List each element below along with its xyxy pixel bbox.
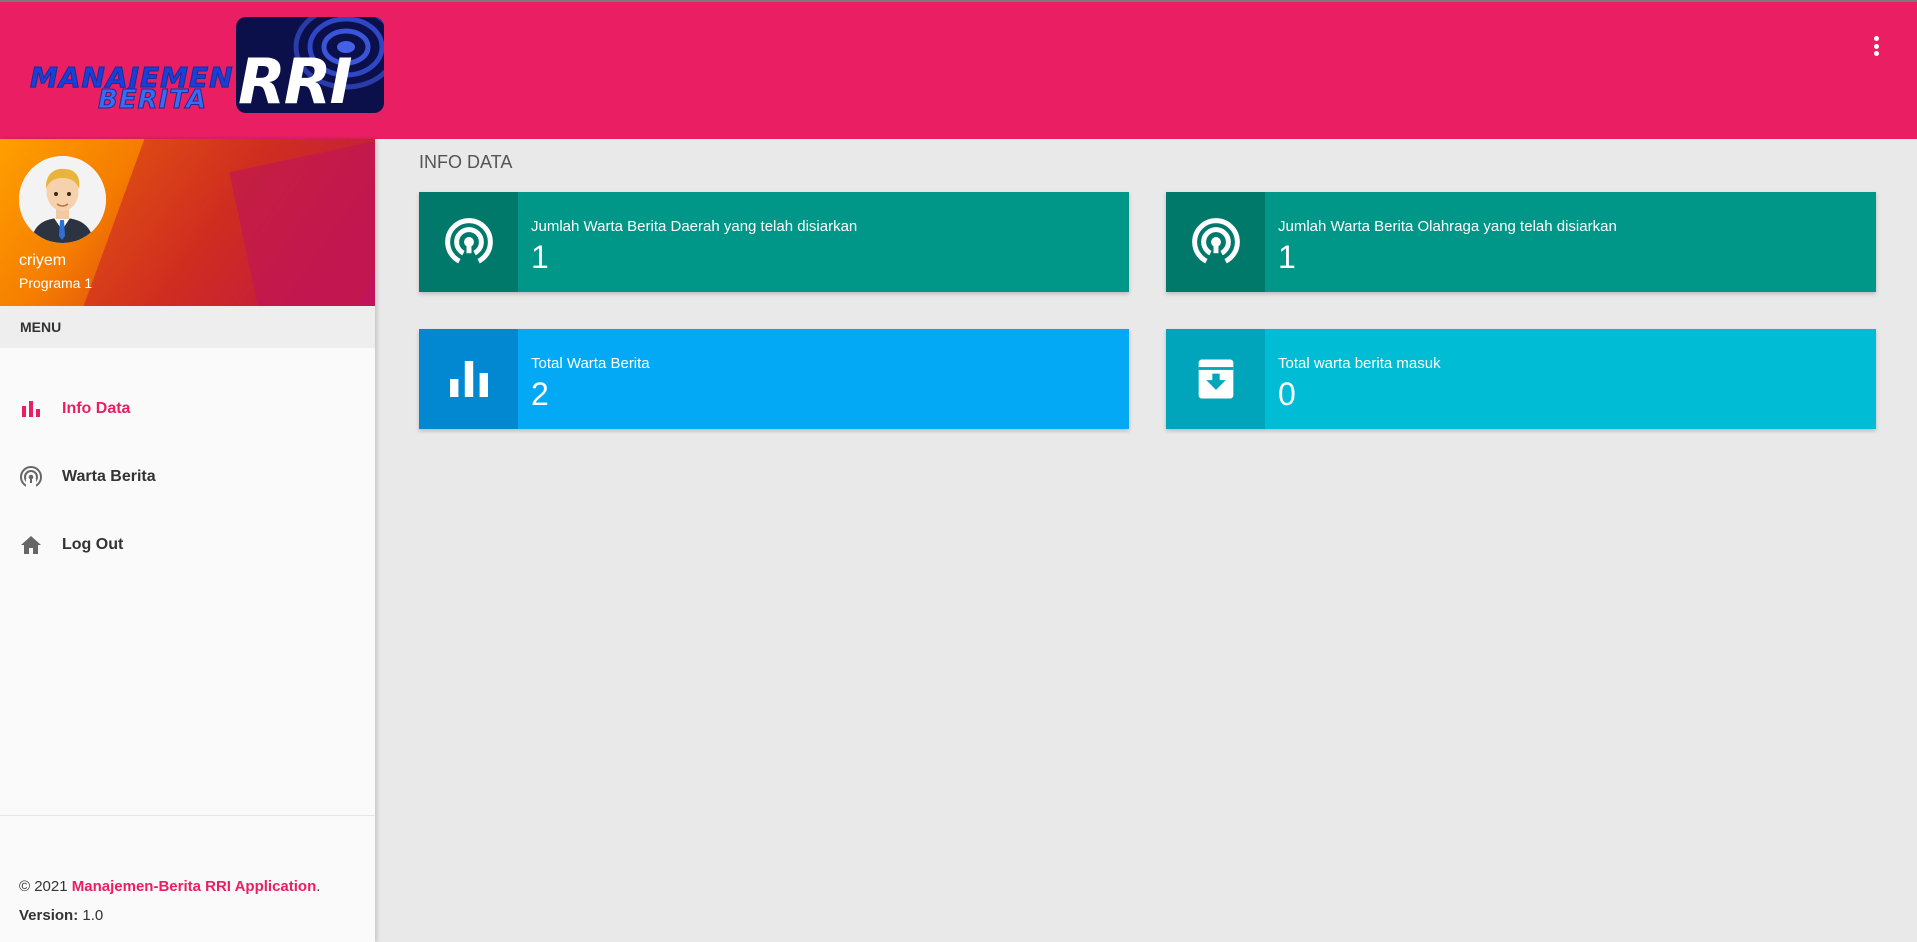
broadcast-icon xyxy=(20,466,42,489)
left-sidebar: criyem Programa 1 MENU Info Data Warta B… xyxy=(0,139,375,942)
broadcast-icon xyxy=(444,218,493,269)
sidebar-item-info-data[interactable]: Info Data xyxy=(0,381,375,437)
app-logo[interactable]: MANAJEMEN BERITA RRI xyxy=(28,17,388,116)
version-label: Version: xyxy=(19,907,79,924)
info-box-icon xyxy=(419,192,518,292)
info-box-content: Total warta berita masuk 0 xyxy=(1265,329,1441,429)
info-box-icon xyxy=(419,329,518,429)
info-box-warta-masuk[interactable]: Total warta berita masuk 0 xyxy=(1166,329,1876,429)
archive-icon xyxy=(1198,359,1233,399)
info-box-number: 1 xyxy=(531,239,549,275)
info-box-icon xyxy=(1166,329,1265,429)
more-options-icon[interactable] xyxy=(1868,36,1884,60)
bar-chart-icon xyxy=(22,401,40,417)
sidebar-item-log-out[interactable]: Log Out xyxy=(0,517,375,573)
info-box-content: Jumlah Warta Berita Olahraga yang telah … xyxy=(1265,192,1617,292)
info-box-text: Total warta berita masuk xyxy=(1278,355,1441,372)
bar-chart-icon xyxy=(449,361,488,397)
top-navbar: MANAJEMEN BERITA RRI xyxy=(0,0,1917,139)
copyright-year: © 2021 xyxy=(19,878,68,895)
sidebar-item-label: Info Data xyxy=(62,400,131,417)
user-role: Programa 1 xyxy=(19,275,93,291)
user-info-panel: criyem Programa 1 xyxy=(0,139,375,306)
sidebar-item-label: Log Out xyxy=(62,536,124,553)
home-icon xyxy=(21,536,41,554)
menu-header: MENU xyxy=(0,306,375,348)
user-name: criyem xyxy=(19,252,67,269)
logo-text-line2: BERITA xyxy=(97,85,208,116)
info-box-number: 0 xyxy=(1278,376,1296,412)
sidebar-footer: © 2021 Manajemen-Berita RRI Application.… xyxy=(0,815,375,942)
sidebar-item-warta-berita[interactable]: Warta Berita xyxy=(0,449,375,505)
info-box-text: Total Warta Berita xyxy=(531,355,650,372)
avatar-image xyxy=(19,156,106,243)
info-box-number: 1 xyxy=(1278,239,1296,275)
sidebar-item-label: Warta Berita xyxy=(62,468,156,485)
info-box-text: Jumlah Warta Berita Olahraga yang telah … xyxy=(1278,218,1617,235)
broadcast-icon xyxy=(1191,218,1240,269)
user-avatar[interactable] xyxy=(19,156,106,243)
info-box-content: Jumlah Warta Berita Daerah yang telah di… xyxy=(518,192,857,292)
copyright-period: . xyxy=(316,878,321,895)
copyright-text: © 2021 Manajemen-Berita RRI Application. xyxy=(19,878,320,895)
info-box-number: 2 xyxy=(531,376,549,412)
logo-badge: RRI xyxy=(236,17,384,113)
logo-rri-text: RRI xyxy=(238,45,353,113)
info-box-text: Jumlah Warta Berita Daerah yang telah di… xyxy=(531,218,858,235)
info-box-berita-olahraga[interactable]: Jumlah Warta Berita Olahraga yang telah … xyxy=(1166,192,1876,292)
version-value: 1.0 xyxy=(82,907,104,924)
version-text: Version: 1.0 xyxy=(19,907,103,924)
info-box-content: Total Warta Berita 2 xyxy=(518,329,650,429)
info-box-icon xyxy=(1166,192,1265,292)
info-box-berita-daerah[interactable]: Jumlah Warta Berita Daerah yang telah di… xyxy=(419,192,1129,292)
app-name-link[interactable]: Manajemen-Berita RRI Application xyxy=(72,878,316,895)
info-box-total-warta[interactable]: Total Warta Berita 2 xyxy=(419,329,1129,429)
page-title: INFO DATA xyxy=(419,152,513,172)
